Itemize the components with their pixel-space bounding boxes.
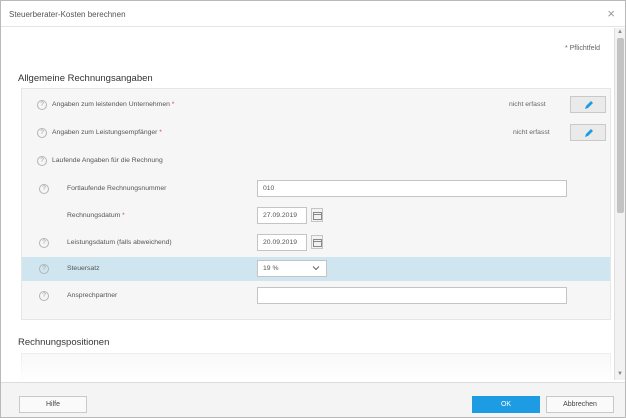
pencil-icon: [585, 129, 593, 137]
edit-recipient-button[interactable]: [570, 124, 606, 141]
cancel-button[interactable]: Abbrechen: [546, 396, 614, 413]
row-invoice-number: ? Fortlaufende Rechnungsnummer 010: [22, 177, 610, 201]
row-invoice-date: Rechnungsdatum * 27.09.2019: [22, 204, 610, 228]
scroll-up-icon[interactable]: ▲: [617, 29, 623, 35]
dialog-titlebar: Steuerberater-Kosten berechnen ×: [1, 1, 625, 27]
invoice-date-picker-button[interactable]: [311, 208, 323, 222]
row-tax-rate: ? Steuersatz 19 %: [22, 257, 610, 281]
question-circle-icon[interactable]: ?: [37, 156, 47, 166]
question-circle-icon[interactable]: ?: [39, 264, 49, 274]
calendar-icon: [313, 212, 322, 220]
content-fade-overlay: [1, 344, 614, 382]
service-date-input[interactable]: 20.09.2019: [257, 234, 307, 251]
close-icon[interactable]: ×: [607, 7, 615, 20]
recipient-label: Angaben zum Leistungsempfänger *: [52, 129, 162, 136]
row-service-date: ? Leistungsdatum (falls abweichend) 20.0…: [22, 231, 610, 255]
question-circle-icon[interactable]: ?: [39, 291, 49, 301]
dialog-title: Steuerberater-Kosten berechnen: [9, 10, 126, 19]
help-button[interactable]: Hilfe: [19, 396, 87, 413]
section-title-general: Allgemeine Rechnungsangaben: [18, 73, 153, 84]
row-company: ? Angaben zum leistenden Unternehmen * n…: [22, 93, 610, 117]
question-circle-icon[interactable]: ?: [37, 128, 47, 138]
question-circle-icon[interactable]: ?: [39, 184, 49, 194]
question-circle-icon[interactable]: ?: [39, 238, 49, 248]
tax-rate-value: 19 %: [263, 265, 279, 272]
row-running: ? Laufende Angaben für die Rechnung: [22, 149, 610, 173]
contact-input[interactable]: [257, 287, 567, 304]
invoice-date-label: Rechnungsdatum *: [67, 212, 125, 219]
dialog-window: Steuerberater-Kosten berechnen × * Pflic…: [0, 0, 626, 418]
row-recipient: ? Angaben zum Leistungsempfänger * nicht…: [22, 121, 610, 145]
chevron-down-icon: [312, 266, 320, 271]
company-label: Angaben zum leistenden Unternehmen *: [52, 101, 175, 108]
contact-label: Ansprechpartner: [67, 292, 118, 299]
tax-rate-select[interactable]: 19 %: [257, 260, 327, 277]
running-label: Laufende Angaben für die Rechnung: [52, 157, 163, 164]
vertical-scrollbar[interactable]: ▲ ▼: [614, 28, 625, 380]
invoice-number-label: Fortlaufende Rechnungsnummer: [67, 185, 167, 192]
row-contact: ? Ansprechpartner: [22, 284, 610, 308]
calendar-icon: [313, 239, 322, 247]
pencil-icon: [585, 101, 593, 109]
invoice-date-input[interactable]: 27.09.2019: [257, 207, 307, 224]
scroll-down-icon[interactable]: ▼: [617, 371, 623, 377]
edit-company-button[interactable]: [570, 96, 606, 113]
question-circle-icon[interactable]: ?: [37, 100, 47, 110]
scrollbar-thumb[interactable]: [617, 38, 624, 213]
company-status: nicht erfasst: [509, 101, 546, 108]
invoice-number-input[interactable]: 010: [257, 180, 567, 197]
required-note: * Pflichtfeld: [564, 45, 600, 52]
service-date-label: Leistungsdatum (falls abweichend): [67, 239, 172, 246]
dialog-footer: Hilfe OK Abbrechen: [1, 382, 625, 417]
recipient-status: nicht erfasst: [513, 129, 550, 136]
ok-button[interactable]: OK: [472, 396, 540, 413]
service-date-picker-button[interactable]: [311, 235, 323, 249]
tax-rate-label: Steuersatz: [67, 265, 100, 272]
dialog-content: * Pflichtfeld Allgemeine Rechnungsangabe…: [1, 28, 614, 380]
